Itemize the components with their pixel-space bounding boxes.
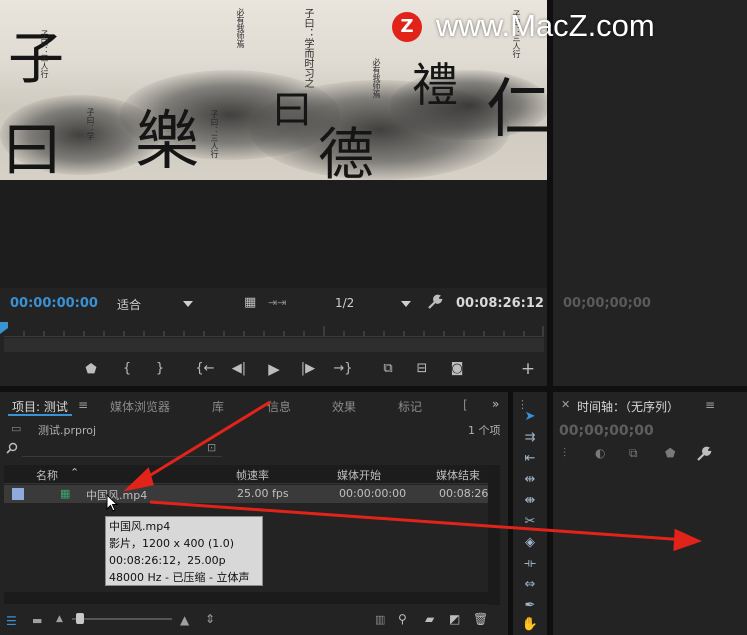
annotation-arrows — [123, 400, 703, 552]
arrow-head — [673, 528, 703, 552]
arrow-head — [123, 467, 154, 492]
annotation-arrow — [149, 500, 687, 542]
annotation-arrow — [135, 400, 271, 486]
